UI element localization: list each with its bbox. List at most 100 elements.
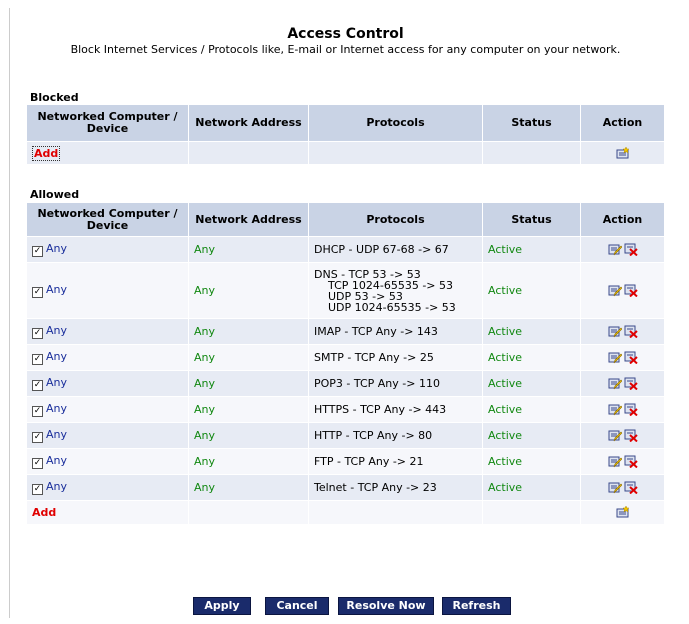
delete-icon[interactable] [624,284,638,298]
col-address-header: Network Address [188,202,309,237]
protocol-line: UDP 53 -> 53 [328,289,403,303]
address-cell: Any [188,262,309,319]
col-action-header: Action [580,202,665,237]
col-status-header: Status [482,202,581,237]
edit-icon[interactable] [608,325,622,338]
enable-checkbox[interactable]: ✓ [32,246,43,257]
apply-button[interactable]: Apply [193,597,251,615]
edit-icon[interactable] [608,481,622,494]
blocked-add-row: Add [26,141,665,165]
col-action-header: Action [580,104,665,142]
address-cell: Any [188,318,309,345]
enable-checkbox[interactable]: ✓ [32,328,43,339]
resolve-now-button[interactable]: Resolve Now [338,597,434,615]
action-cell [580,370,665,397]
blocked-section-label: Blocked [30,91,79,104]
delete-icon[interactable] [624,429,638,443]
delete-icon[interactable] [624,403,638,417]
enable-checkbox[interactable]: ✓ [32,484,43,495]
protocol-cell: FTP - TCP Any -> 21 [308,448,483,475]
page-subtitle: Block Internet Services / Protocols like… [70,43,621,56]
table-row: ✓ Any Any SMTP - TCP Any -> 25 Active [26,344,665,371]
table-row: ✓ Any Any DHCP - UDP 67-68 -> 67 Active [26,236,665,263]
protocol-cell: DNS - TCP 53 -> 53 TCP 1024-65535 -> 53 UD… [308,262,483,319]
col-protocols-header: Protocols [308,202,483,237]
address-cell: Any [188,422,309,449]
table-row: ✓ Any Any POP3 - TCP Any -> 110 Active [26,370,665,397]
action-cell [580,422,665,449]
col-address-header: Network Address [188,104,309,142]
status-cell: Active [482,422,581,449]
delete-icon[interactable] [624,481,638,495]
blocked-header-row: Networked Computer / Device Network Addr… [26,104,665,142]
device-name: Any [46,242,68,255]
refresh-button[interactable]: Refresh [442,597,511,615]
protocol-cell: HTTP - TCP Any -> 80 [308,422,483,449]
device-cell: ✓ Any [26,318,189,345]
allowed-add-link[interactable]: Add [32,506,56,519]
delete-icon[interactable] [624,325,638,339]
device-cell: ✓ Any [26,236,189,263]
device-cell: ✓ Any [26,422,189,449]
enable-checkbox[interactable]: ✓ [32,287,43,298]
address-cell: Any [188,236,309,263]
protocol-cell: IMAP - TCP Any -> 143 [308,318,483,345]
status-cell: Active [482,262,581,319]
delete-icon[interactable] [624,455,638,469]
enable-checkbox[interactable]: ✓ [32,354,43,365]
delete-icon[interactable] [624,243,638,257]
new-entry-icon[interactable] [616,506,630,519]
protocol-cell: HTTPS - TCP Any -> 443 [308,396,483,423]
device-name: Any [46,402,68,415]
table-row: ✓ Any Any DNS - TCP 53 -> 53 TCP 1024-65535 … [26,262,665,319]
action-cell [580,344,665,371]
new-entry-icon[interactable] [616,146,630,160]
address-cell: Any [188,370,309,397]
edit-icon[interactable] [608,377,622,390]
action-cell [580,448,665,475]
col-status-header: Status [482,104,581,142]
protocol-line: DNS - TCP 53 -> 53 [314,267,421,281]
status-cell: Active [482,236,581,263]
device-cell: ✓ Any [26,396,189,423]
protocol-line: UDP 1024-65535 -> 53 [328,300,456,314]
action-cell [580,262,665,319]
allowed-header-row: Networked Computer / Device Network Addr… [26,202,665,237]
device-cell: ✓ Any [26,474,189,501]
action-cell [580,474,665,501]
edit-icon[interactable] [608,351,622,364]
col-protocols-header: Protocols [308,104,483,142]
delete-icon[interactable] [624,377,638,391]
edit-icon[interactable] [608,429,622,442]
page-header: Access Control Block Internet Services /… [20,26,671,56]
device-cell: ✓ Any [26,262,189,319]
table-row: ✓ Any Any Telnet - TCP Any -> 23 Active [26,474,665,501]
address-cell: Any [188,396,309,423]
allowed-add-row: Add [26,500,665,525]
action-cell [580,318,665,345]
blocked-add-link[interactable]: Add [32,145,61,161]
edit-icon[interactable] [608,243,622,256]
delete-icon[interactable] [624,351,638,365]
edit-icon[interactable] [608,455,622,468]
status-cell: Active [482,318,581,345]
allowed-table: Networked Computer / Device Network Addr… [26,202,665,525]
edit-icon[interactable] [608,403,622,416]
status-cell: Active [482,396,581,423]
enable-checkbox[interactable]: ✓ [32,458,43,469]
protocol-cell: DHCP - UDP 67-68 -> 67 [308,236,483,263]
action-cell [580,396,665,423]
device-cell: ✓ Any [26,344,189,371]
protocol-cell: POP3 - TCP Any -> 110 [308,370,483,397]
table-row: ✓ Any Any FTP - TCP Any -> 21 Active [26,448,665,475]
col-device-header: Networked Computer / Device [26,104,189,142]
edit-icon[interactable] [608,284,622,297]
col-device-header: Networked Computer / Device [26,202,189,237]
cancel-button[interactable]: Cancel [265,597,329,615]
enable-checkbox[interactable]: ✓ [32,432,43,443]
enable-checkbox[interactable]: ✓ [32,406,43,417]
status-cell: Active [482,474,581,501]
enable-checkbox[interactable]: ✓ [32,380,43,391]
allowed-section-label: Allowed [30,188,80,201]
status-cell: Active [482,370,581,397]
